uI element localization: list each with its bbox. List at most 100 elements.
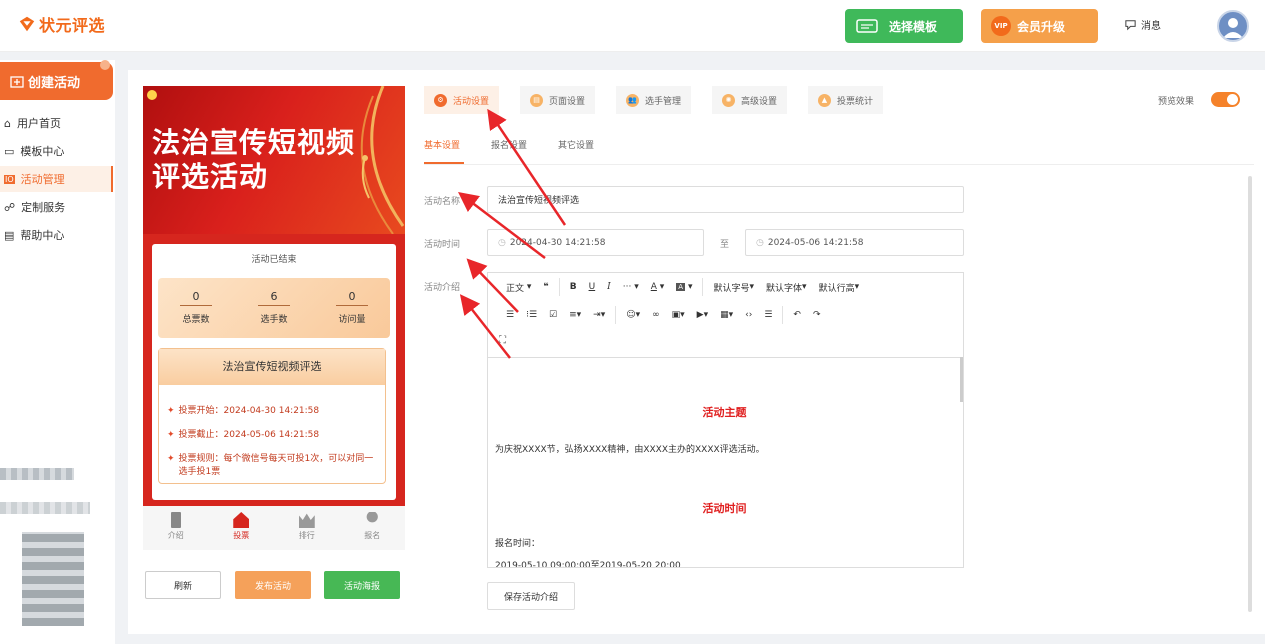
user-avatar[interactable] — [1217, 10, 1249, 42]
sidebar-item-custom[interactable]: ☍ 定制服务 — [0, 194, 113, 220]
quote-button[interactable]: ❝ — [537, 278, 554, 296]
clock-icon: ◷ — [498, 237, 506, 248]
tab-page-settings[interactable]: ▤ 页面设置 — [520, 86, 596, 114]
subtab-active-indicator — [424, 162, 464, 164]
banner-title: 法治宣传短视频 评选活动 — [152, 126, 392, 194]
more-button[interactable]: ··· ▾ — [617, 278, 645, 296]
sidebar-item-label: 活动管理 — [20, 173, 65, 186]
line-height-dropdown[interactable]: 默认行高 ▾ — [813, 278, 866, 296]
poster-button[interactable]: 活动海报 — [324, 571, 400, 599]
stat-value: 0 — [180, 290, 212, 306]
help-icon: ▤ — [4, 228, 15, 242]
link-icon[interactable]: ∞ — [646, 306, 666, 324]
undo-icon[interactable]: ↶ — [787, 306, 807, 324]
paragraph-label: 正文 — [506, 283, 525, 294]
messages-link[interactable]: 消息 — [1124, 17, 1161, 32]
redo-icon[interactable]: ↷ — [807, 306, 827, 324]
bold-button[interactable]: B — [564, 278, 583, 296]
vip-upgrade-button[interactable]: VIP 会员升级 — [981, 9, 1098, 43]
justify-icon[interactable]: ≡▾ — [563, 306, 587, 324]
editor-paragraph: 报名时间： — [495, 539, 541, 549]
banner-title-line2: 评选活动 — [152, 160, 269, 193]
sidebar-item-label: 定制服务 — [21, 201, 66, 214]
tab-activity-settings[interactable]: ⚙ 活动设置 — [424, 86, 500, 114]
create-activity-button[interactable]: 创建活动 — [0, 60, 113, 100]
notification-dot — [100, 60, 110, 70]
create-activity-label: 创建活动 — [28, 75, 81, 91]
activity-name-input[interactable]: 法治宣传短视频评选 — [487, 186, 964, 213]
template-icon: ▭ — [4, 144, 15, 158]
bullet-list-icon[interactable]: ☰ — [500, 306, 520, 324]
phone-tab-ranking[interactable]: 排行 — [274, 506, 340, 550]
editor-toolbar-row2: ☰ ⁝☰ ☑ ≡▾ ⇥▾ ☺▾ ∞ ▣▾ ▶▾ ▦▾ ‹› ☰ ↶ ↷ — [488, 301, 963, 329]
font-color-button[interactable]: A ▾ — [645, 278, 671, 296]
tab-label: 高级设置 — [741, 96, 778, 107]
stat-visits: 0 访问量 — [320, 290, 384, 325]
person-icon — [366, 512, 378, 523]
phone-tab-label: 报名 — [364, 531, 381, 540]
editor-heading-time: 活动时间 — [702, 502, 747, 515]
stats-box: 0 总票数 6 选手数 0 访问量 — [158, 278, 390, 338]
paragraph-dropdown[interactable]: 正文 ▾ — [500, 278, 537, 296]
message-icon — [1125, 20, 1136, 31]
custom-icon: ☍ — [4, 200, 16, 214]
phone-tab-vote[interactable]: 投票 — [209, 506, 275, 550]
stat-value: 6 — [258, 290, 290, 306]
indent-icon[interactable]: ⇥▾ — [587, 306, 611, 324]
emoji-icon[interactable]: ☺▾ — [620, 306, 646, 324]
sidebar-item-home[interactable]: ⌂ 用户首页 — [0, 110, 113, 136]
image-icon[interactable]: ▣▾ — [666, 306, 691, 324]
divider-icon[interactable]: ☰ — [758, 306, 778, 324]
font-family-dropdown[interactable]: 默认字体 ▾ — [760, 278, 813, 296]
tab-label: 活动设置 — [453, 96, 490, 107]
toolbar-separator — [615, 306, 617, 324]
page-icon: ▤ — [530, 93, 543, 107]
stat-label: 选手数 — [260, 315, 288, 325]
preview-toggle[interactable] — [1211, 92, 1240, 107]
subtab-other[interactable]: 其它设置 — [558, 138, 594, 151]
vote-info-card: 法治宣传短视频评选 ✦ 投票开始：2024-04-30 14:21:58 ✦ 投票截… — [158, 348, 386, 484]
sidebar-item-help[interactable]: ▤ 帮助中心 — [0, 222, 113, 248]
todo-icon[interactable]: ☑ — [543, 306, 563, 324]
phone-preview: 法治宣传短视频 评选活动 活动已结束 0 总票数 6 选手数 0 访问量 法治宣传短视… — [143, 86, 405, 550]
activity-status: 活动已结束 — [251, 255, 297, 265]
table-icon[interactable]: ▦▾ — [714, 306, 739, 324]
video-icon[interactable]: ▶▾ — [691, 306, 714, 324]
select-template-button[interactable]: 选择模板 — [845, 9, 963, 43]
main-scrollbar[interactable] — [1248, 176, 1252, 612]
start-time-input[interactable]: ◷ 2024-04-30 14:21:58 — [487, 229, 704, 256]
tab-advanced-settings[interactable]: ✺ 高级设置 — [712, 86, 788, 114]
italic-button[interactable]: I — [601, 278, 617, 296]
start-time-value: 2024-04-30 14:21:58 — [509, 237, 606, 248]
editor-content[interactable]: 活动主题 为庆祝XXXX节，弘扬XXXX精神，由XXXX主办的XXXX评选活动。… — [488, 357, 961, 567]
tab-contestant-management[interactable]: 👥 选手管理 — [616, 86, 692, 114]
stat-contestants: 6 选手数 — [242, 290, 306, 325]
phone-tab-intro[interactable]: 介绍 — [143, 506, 209, 550]
vote-end-info: ✦ 投票截止：2024-05-06 14:21:58 — [167, 429, 379, 442]
code-icon[interactable]: ‹› — [739, 306, 758, 324]
bg-color-button[interactable]: A ▾ — [670, 278, 698, 296]
subtab-basic[interactable]: 基本设置 — [424, 138, 460, 151]
editor-scrollbar[interactable] — [960, 357, 963, 402]
sidebar-item-activities[interactable]: IO 活动管理 — [0, 166, 113, 192]
sidebar-item-label: 用户首页 — [16, 117, 61, 130]
numbered-list-icon[interactable]: ⁝☰ — [520, 306, 543, 324]
save-intro-button[interactable]: 保存活动介绍 — [487, 582, 575, 610]
phone-tab-signup[interactable]: 报名 — [340, 506, 406, 550]
fullscreen-icon[interactable]: ⛶ — [499, 335, 506, 346]
toolbar-separator — [702, 278, 704, 296]
rich-text-editor: 正文 ▾ ❝ B U I ··· ▾ A ▾ A ▾ 默认字号 ▾ 默认字体 ▾ 默… — [487, 272, 964, 568]
sidebar-item-templates[interactable]: ▭ 模板中心 — [0, 138, 113, 164]
end-time-input[interactable]: ◷ 2024-05-06 14:21:58 — [745, 229, 964, 256]
underline-button[interactable]: U — [583, 278, 602, 296]
publish-button[interactable]: 发布活动 — [235, 571, 311, 599]
font-size-label: 默认字号 — [713, 283, 750, 294]
refresh-button[interactable]: 刷新 — [145, 571, 221, 599]
activity-info-panel: 活动已结束 0 总票数 6 选手数 0 访问量 法治宣传短视频评选 ✦ 投票开始：202… — [152, 244, 396, 500]
subtab-signup[interactable]: 报名设置 — [491, 138, 527, 151]
logo[interactable]: 状元评选 — [18, 12, 105, 36]
stat-label: 总票数 — [182, 315, 210, 325]
tab-vote-statistics[interactable]: ▲ 投票统计 — [808, 86, 884, 114]
font-size-dropdown[interactable]: 默认字号 ▾ — [707, 278, 760, 296]
sidebar-item-label: 帮助中心 — [20, 229, 65, 242]
